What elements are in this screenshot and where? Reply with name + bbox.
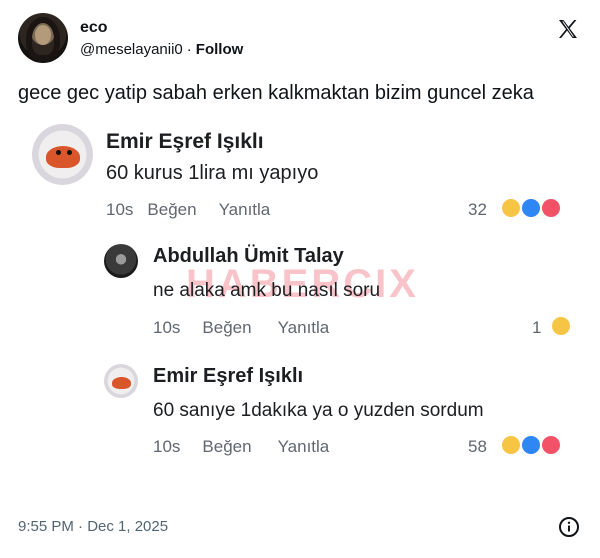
comment-author: Emir Eşref Işıklı — [153, 365, 304, 387]
reaction-count: 32 — [468, 200, 487, 219]
embedded-image[interactable]: Emir Eşref Işıklı 60 kurus 1lira mı yapı… — [16, 112, 584, 482]
reaction-count: 1 — [532, 318, 542, 337]
comment-meta: 10s Beğen Yanıtla — [106, 200, 270, 220]
like-link: Beğen — [147, 200, 197, 219]
haha-reaction-icon — [500, 434, 522, 456]
tweet-timestamp[interactable]: 9:55 PM · Dec 1, 2025 — [18, 518, 168, 535]
reply-link: Yanıtla — [218, 200, 271, 219]
like-link: Beğen — [202, 437, 252, 456]
reply-link: Yanıtla — [277, 437, 330, 456]
comment-text: ne alaka amk bu nasıl soru — [153, 280, 381, 301]
tweet-header: eco @meselayanii0 · Follow — [14, 13, 586, 65]
comment-author: Abdullah Ümit Talay — [153, 245, 344, 267]
love-reaction-icon — [540, 434, 562, 456]
comment-time: 10s — [153, 318, 181, 337]
comment-meta: 10s Beğen Yanıtla — [153, 318, 329, 338]
haha-reaction-icon — [500, 197, 522, 219]
tweet-text: gece gec yatip sabah erken kalkmaktan bi… — [18, 82, 534, 104]
author-handle[interactable]: @meselayanii0 — [80, 41, 183, 58]
x-logo-icon[interactable] — [556, 17, 580, 41]
info-icon[interactable] — [558, 516, 580, 538]
author-name[interactable]: eco — [80, 19, 108, 37]
avatar-crab-eye — [56, 150, 61, 155]
author-avatar[interactable] — [18, 13, 68, 63]
like-link: Beğen — [202, 318, 252, 337]
avatar-crab-eye — [67, 150, 72, 155]
comment-meta: 10s Beğen Yanıtla — [153, 437, 329, 457]
avatar-face — [35, 25, 51, 45]
comment-avatar — [104, 244, 138, 278]
comment-avatar — [104, 364, 138, 398]
handle-row: @meselayanii0 · Follow — [80, 41, 243, 58]
comment-text: 60 sanıye 1dakıka ya o yuzden sordum — [153, 400, 484, 421]
like-reaction-icon — [520, 434, 542, 456]
comment-avatar — [32, 124, 93, 185]
avatar-crab — [46, 146, 80, 168]
comment-author: Emir Eşref Işıklı — [106, 130, 264, 153]
reply-link: Yanıtla — [277, 318, 330, 337]
comment-time: 10s — [153, 437, 181, 456]
haha-reaction-icon — [550, 315, 572, 337]
avatar-crab — [112, 377, 131, 389]
reaction-count: 58 — [468, 437, 487, 456]
love-reaction-icon — [540, 197, 562, 219]
like-reaction-icon — [520, 197, 542, 219]
separator-dot: · — [186, 41, 192, 58]
follow-button[interactable]: Follow — [196, 41, 244, 58]
comment-time: 10s — [106, 200, 134, 219]
comment-text: 60 kurus 1lira mı yapıyo — [106, 162, 319, 184]
